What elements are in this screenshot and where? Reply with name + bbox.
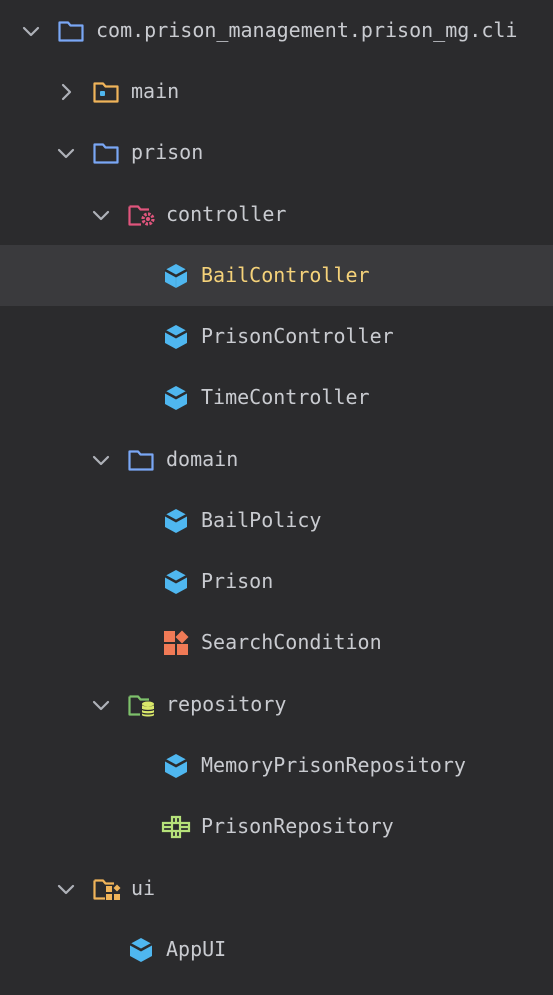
tree-item-label: MemoryPrisonRepository [201, 753, 466, 777]
tree-item-label: AppUI [166, 937, 227, 961]
tree-item-label: ui [131, 876, 156, 900]
tree-item-label: PrisonRepository [201, 814, 394, 838]
tree-item-prison[interactable]: prison [0, 122, 553, 183]
chevron-down-icon[interactable] [90, 449, 112, 471]
class-icon [162, 262, 190, 290]
tree-item-label: BailController [201, 263, 370, 287]
module-folder-icon [92, 78, 120, 106]
package-folder-icon [127, 446, 155, 474]
chevron-down-icon[interactable] [90, 204, 112, 226]
tree-item-label: TimeController [201, 385, 370, 409]
class-icon [127, 936, 155, 964]
tree-item-label: domain [166, 447, 239, 471]
chevron-down-icon[interactable] [55, 142, 77, 164]
chevron-down-icon[interactable] [90, 694, 112, 716]
project-tree: com.prison_management.prison_mg.cli main… [0, 0, 553, 995]
tree-item-label: prison [131, 140, 204, 164]
chevron-right-icon[interactable] [55, 81, 77, 103]
repository-folder-icon [127, 691, 155, 719]
tree-item-prison-class[interactable]: Prison [0, 551, 553, 612]
tree-item-label: Prison [201, 569, 274, 593]
tree-item-root-package[interactable]: com.prison_management.prison_mg.cli [0, 0, 553, 61]
tree-item-bail-controller[interactable]: BailController [0, 245, 553, 306]
tree-item-bail-policy[interactable]: BailPolicy [0, 490, 553, 551]
interface-icon [160, 813, 191, 841]
class-icon [162, 752, 190, 780]
package-folder-icon [57, 17, 85, 45]
controller-folder-icon [127, 201, 155, 229]
tree-item-label: repository [166, 692, 287, 716]
tree-item-time-controller[interactable]: TimeController [0, 367, 553, 428]
tree-item-repository[interactable]: repository [0, 674, 553, 735]
tree-item-memory-prison-repository[interactable]: MemoryPrisonRepository [0, 735, 553, 796]
tree-item-main[interactable]: main [0, 61, 553, 122]
tree-item-label: SearchCondition [201, 630, 382, 654]
class-icon [162, 384, 190, 412]
chevron-down-icon[interactable] [55, 878, 77, 900]
class-icon [162, 323, 190, 351]
class-icon [162, 568, 190, 596]
ui-folder-icon [92, 875, 121, 903]
tree-item-prison-repository[interactable]: PrisonRepository [0, 796, 553, 857]
tree-item-controller[interactable]: controller [0, 184, 553, 245]
tree-item-search-condition[interactable]: SearchCondition [0, 612, 553, 673]
tree-item-label: main [131, 79, 180, 103]
tree-item-domain[interactable]: domain [0, 429, 553, 490]
record-icon [162, 629, 190, 657]
package-folder-icon [92, 139, 120, 167]
chevron-down-icon[interactable] [20, 20, 42, 42]
tree-item-label: PrisonController [201, 324, 394, 348]
class-icon [162, 507, 190, 535]
tree-item-label: BailPolicy [201, 508, 322, 532]
tree-item-label: com.prison_management.prison_mg.cli [96, 18, 518, 42]
tree-item-ui[interactable]: ui [0, 858, 553, 919]
tree-item-label: controller [166, 202, 287, 226]
tree-item-app-ui[interactable]: AppUI [0, 919, 553, 980]
tree-item-prison-controller[interactable]: PrisonController [0, 306, 553, 367]
